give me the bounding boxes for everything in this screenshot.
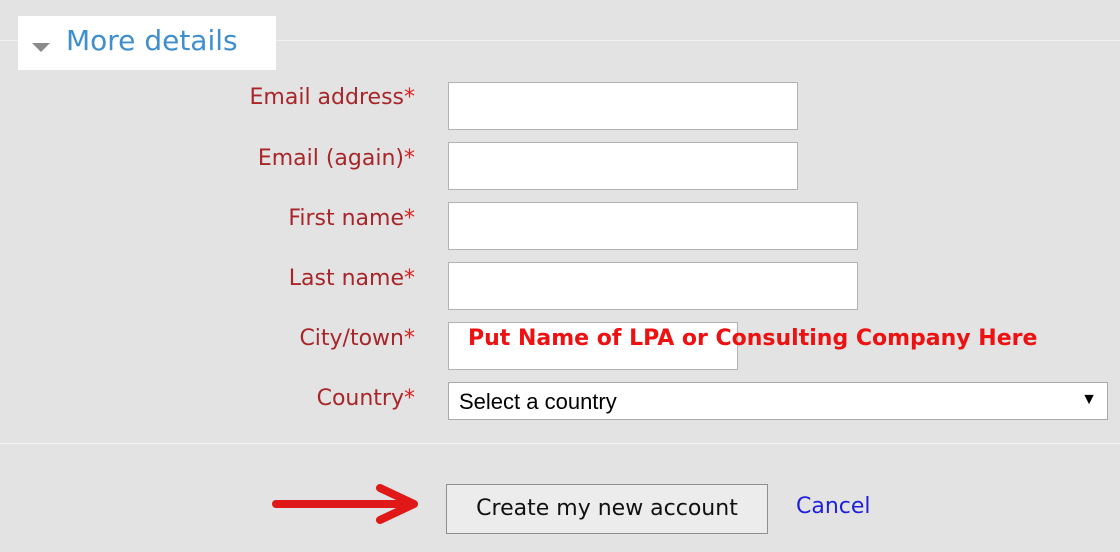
email-label: Email address* (250, 85, 415, 110)
country-select[interactable]: Select a country ▼ (448, 382, 1108, 420)
country-label: Country* (317, 386, 415, 411)
required-marker: * (404, 326, 415, 351)
more-details-toggle[interactable]: More details (18, 16, 276, 70)
email-again-label-text: Email (again) (257, 146, 404, 171)
country-selected-value: Select a country (459, 389, 617, 414)
required-marker: * (404, 266, 415, 291)
email-again-label: Email (again)* (258, 146, 415, 171)
cancel-link[interactable]: Cancel (796, 494, 871, 519)
first-name-label-text: First name (288, 206, 404, 231)
country-label-text: Country (316, 386, 404, 411)
required-marker: * (404, 85, 415, 110)
city-label: City/town* (299, 326, 415, 351)
first-name-label: First name* (288, 206, 415, 231)
email-field[interactable] (448, 82, 798, 130)
last-name-label-text: Last name (288, 266, 404, 291)
last-name-label: Last name* (289, 266, 415, 291)
city-annotation: Put Name of LPA or Consulting Company He… (468, 326, 1038, 351)
section-title: More details (66, 24, 238, 57)
create-account-button[interactable]: Create my new account (446, 484, 768, 534)
city-label-text: City/town (299, 326, 404, 351)
pointer-arrow-icon (272, 484, 418, 524)
form-divider (0, 443, 1120, 444)
email-label-text: Email address (249, 85, 404, 110)
dropdown-arrow-icon: ▼ (1081, 391, 1097, 408)
last-name-field[interactable] (448, 262, 858, 310)
first-name-field[interactable] (448, 202, 858, 250)
email-again-field[interactable] (448, 142, 798, 190)
required-marker: * (404, 206, 415, 231)
collapse-triangle-icon (32, 43, 50, 52)
required-marker: * (404, 146, 415, 171)
required-marker: * (404, 386, 415, 411)
